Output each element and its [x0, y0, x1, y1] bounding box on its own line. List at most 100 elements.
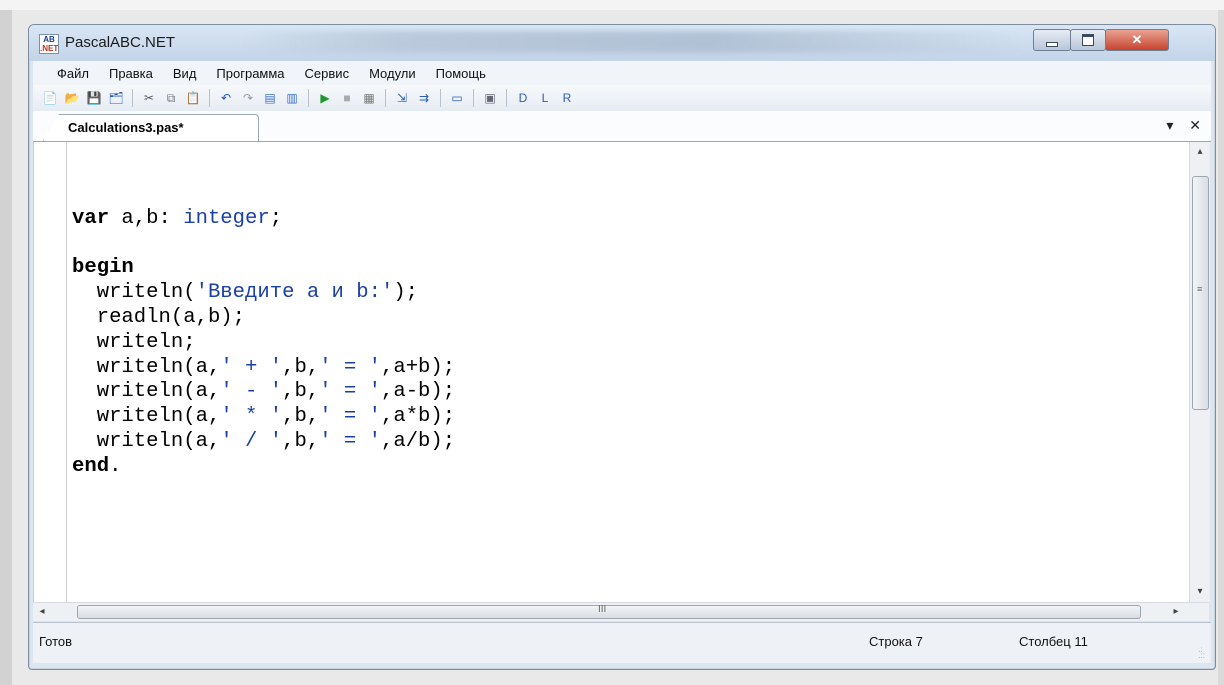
menu-item-1[interactable]: Правка	[99, 66, 163, 81]
toolbar-separator	[209, 89, 210, 107]
toolbar-separator	[132, 89, 133, 107]
scroll-grip-icon: ≡	[1197, 284, 1203, 294]
editor-margin	[66, 142, 67, 602]
menu-bar: Файл Правка Вид Программа Сервис Модули Помощь	[33, 61, 1211, 85]
open-folder-icon[interactable]: 📂	[64, 90, 80, 106]
tab-dropdown-icon[interactable]: ▾	[1166, 117, 1173, 133]
code-token: var	[72, 206, 110, 230]
code-token: ' - '	[220, 380, 283, 404]
replace-icon[interactable]: ▥	[284, 90, 300, 106]
code-token: ;	[269, 206, 283, 230]
close-button[interactable]: ✕	[1105, 29, 1169, 51]
scroll-right-icon[interactable]: ▸	[1167, 603, 1185, 621]
compile-icon[interactable]: ▦	[361, 90, 377, 106]
run-icon[interactable]: ▶	[317, 90, 333, 106]
horizontal-scrollbar[interactable]: ◂ III ▸	[33, 602, 1209, 621]
code-token: ,b,	[282, 429, 320, 453]
menu-item-0[interactable]: Файл	[33, 66, 99, 81]
window-title: PascalABC.NET	[65, 34, 176, 51]
code-token: a,b:	[109, 206, 184, 230]
tab-strip: Calculations3.pas* ▾ ✕	[33, 111, 1211, 142]
new-file-icon[interactable]: 📄	[42, 90, 58, 106]
code-token: 'Введите a и b:'	[195, 281, 394, 305]
code-token: ' * '	[220, 405, 283, 429]
code-token: ,b,	[282, 405, 320, 429]
close-icon: ✕	[1131, 32, 1143, 47]
find-icon[interactable]: ▤	[262, 90, 278, 106]
undo-icon[interactable]: ↶	[218, 90, 234, 106]
code-line: begin	[72, 256, 455, 281]
code-token: writeln;	[72, 330, 196, 354]
scroll-up-icon[interactable]: ▴	[1190, 142, 1210, 162]
maximize-icon	[1082, 34, 1094, 46]
menu-item-2[interactable]: Вид	[163, 66, 207, 81]
title-bar[interactable]: AB .NET PascalABC.NET ✕	[29, 25, 1215, 61]
code-token: ' = '	[319, 429, 381, 453]
ide-window: AB .NET PascalABC.NET ✕ Файл Правка Вид Про…	[28, 24, 1216, 670]
code-token: end	[72, 454, 110, 478]
minimize-button[interactable]	[1033, 29, 1071, 51]
stop-icon[interactable]: ■	[339, 90, 355, 106]
horizontal-scroll-thumb[interactable]: III	[77, 604, 1141, 619]
menu-item-6[interactable]: Помощь	[426, 66, 496, 81]
status-bar: Готов Строка 7 Столбец 11 .:.::	[33, 622, 1211, 663]
blurred-title-area	[239, 31, 1029, 53]
save-icon[interactable]: 💾	[86, 90, 102, 106]
debug-l-icon[interactable]: L	[537, 90, 553, 106]
save-all-icon[interactable]: 🗂	[108, 90, 124, 106]
code-token: integer	[183, 206, 270, 230]
toolbar-separator	[506, 89, 507, 107]
menu-item-5[interactable]: Модули	[359, 66, 426, 81]
console-icon[interactable]: ▭	[449, 90, 465, 106]
copy-icon[interactable]: ⧉	[163, 90, 179, 106]
code-area[interactable]: var a,b: integer; begin writeln('Введите …	[72, 182, 455, 480]
app-icon: AB .NET	[39, 34, 59, 54]
cut-icon[interactable]: ✂	[141, 90, 157, 106]
background-stripe	[0, 0, 1224, 10]
maximize-button[interactable]	[1070, 29, 1106, 51]
tab-close-icon[interactable]: ✕	[1189, 117, 1201, 133]
scroll-down-icon[interactable]: ▾	[1190, 582, 1210, 602]
code-token: ' = '	[319, 405, 381, 429]
background-right-bar	[1218, 10, 1224, 685]
hscroll-grip-icon: III	[598, 604, 607, 615]
app-icon-bottom-text: .NET	[40, 44, 59, 53]
form-icon[interactable]: ▣	[482, 90, 498, 106]
code-token: .	[109, 454, 122, 478]
code-token: ' = '	[319, 380, 381, 404]
paste-icon[interactable]: 📋	[185, 90, 201, 106]
code-line: writeln;	[72, 331, 455, 356]
tab-file[interactable]: Calculations3.pas*	[43, 114, 259, 141]
menu-item-4[interactable]: Сервис	[295, 66, 360, 81]
minimize-icon	[1046, 41, 1058, 47]
code-editor[interactable]: var a,b: integer; begin writeln('Введите …	[33, 142, 1190, 602]
code-token: writeln(a,	[72, 429, 221, 453]
toolbar-separator	[308, 89, 309, 107]
vertical-scrollbar[interactable]: ▴ ≡ ▾	[1189, 142, 1210, 602]
code-token: writeln(a,	[72, 380, 221, 404]
code-line: writeln(a,' + ',b,' = ',a+b);	[72, 356, 455, 381]
menu-item-3[interactable]: Программа	[206, 66, 294, 81]
status-text: Готов	[39, 634, 73, 649]
app-icon-top-text: AB	[43, 35, 55, 44]
scroll-left-icon[interactable]: ◂	[33, 603, 51, 621]
vertical-scroll-thumb[interactable]: ≡	[1192, 176, 1209, 410]
code-line: readln(a,b);	[72, 306, 455, 331]
step-into-icon[interactable]: ⇲	[394, 90, 410, 106]
toolbar: 📄 📂 💾 🗂 ✂ ⧉ 📋 ↶ ↷ ▤ ▥ ▶ ■ ▦ ⇲ ⇉ ▭ ▣ D L R	[33, 85, 1211, 111]
step-over-icon[interactable]: ⇉	[416, 90, 432, 106]
toolbar-separator	[440, 89, 441, 107]
code-token: ,a*b);	[380, 405, 456, 429]
redo-icon[interactable]: ↷	[240, 90, 256, 106]
debug-r-icon[interactable]: R	[559, 90, 575, 106]
code-token: ' = '	[319, 355, 381, 379]
code-token: readln(a,b);	[72, 305, 246, 329]
code-token: ,a-b);	[380, 380, 456, 404]
resize-grip-icon[interactable]: .:.::	[1198, 646, 1205, 660]
status-column: Столбец 11	[1019, 634, 1088, 649]
code-token: ' + '	[220, 355, 283, 379]
tab-label: Calculations3.pas*	[68, 120, 184, 135]
debug-d-icon[interactable]: D	[515, 90, 531, 106]
toolbar-separator	[473, 89, 474, 107]
